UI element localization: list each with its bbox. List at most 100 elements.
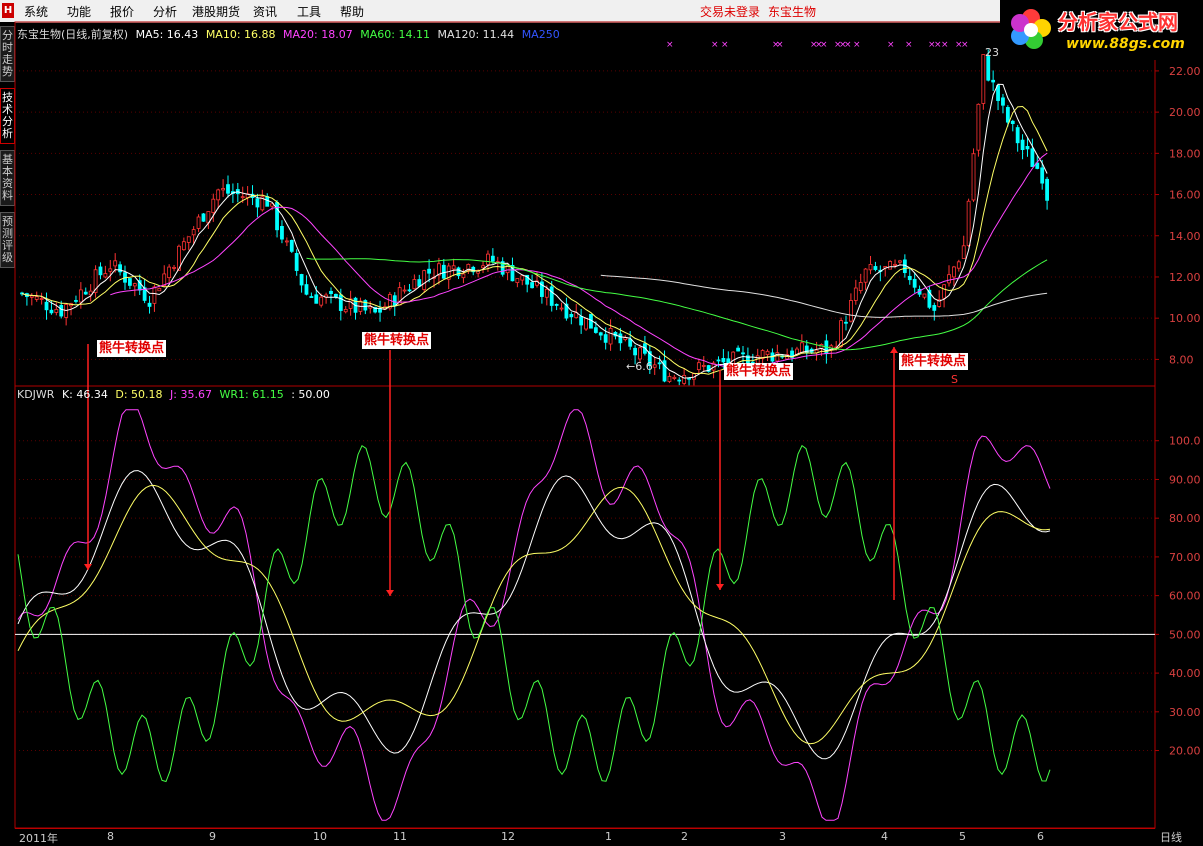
candle-body [221, 188, 225, 191]
wr-line [17, 444, 1051, 783]
kdj-panel-frame [14, 385, 1156, 829]
price-tick-label: 12.00 [1169, 271, 1201, 284]
ma250-label: MA250 [521, 28, 560, 41]
candle-body [216, 189, 221, 201]
kdj-tick-label: 100.0 [1169, 435, 1201, 448]
signal-cross: × [905, 40, 913, 50]
signal-cross: × [711, 40, 719, 50]
brand-url[interactable]: www.88gs.com [1066, 36, 1185, 52]
candle-body [799, 342, 804, 353]
chart-canvas[interactable]: 22.00 20.00 18.00 16.00 14.00 12.00 10.00 8.00 1… [0, 0, 1203, 844]
date-label: 9 [209, 830, 216, 843]
candle-body [1020, 139, 1025, 151]
kdj-lines [17, 409, 1051, 821]
axis-labels: 22.00 20.00 18.00 16.00 14.00 12.00 10.00 8.00 1… [626, 46, 1201, 758]
candle-body [343, 308, 348, 313]
candle-body [858, 282, 863, 292]
candle-body [334, 293, 338, 298]
candle-body [128, 278, 132, 286]
date-label: 3 [779, 830, 786, 843]
candle-body [157, 288, 162, 292]
kdj-tick-label: 90.00 [1169, 473, 1201, 486]
kdj-header: KDJWR K: 46.34 D: 50.18 J: 35.67 WR1: 61… [17, 388, 334, 401]
annotation-arrow-head [84, 564, 92, 570]
candle-body [265, 196, 270, 207]
candle-body [549, 286, 554, 306]
candle-body [956, 261, 961, 269]
candle-body [844, 321, 848, 324]
signal-cross: × [776, 40, 784, 50]
price-tick-label: 10.00 [1169, 312, 1201, 325]
candle-body [201, 213, 206, 222]
candle-body [1015, 127, 1020, 144]
candle-body [392, 295, 397, 307]
signal-cross: × [961, 40, 969, 50]
candle-body [608, 327, 613, 345]
date-label: 10 [313, 830, 327, 843]
price-tick-label: 16.00 [1169, 189, 1201, 202]
date-label: 1 [605, 830, 612, 843]
candle-body [44, 301, 49, 311]
candle-body [1025, 146, 1030, 150]
candle-body [1010, 120, 1015, 125]
kdj-tick-label: 50.00 [1169, 628, 1201, 641]
candle-body [211, 198, 216, 213]
candle-body [1040, 167, 1045, 184]
candle-body [29, 295, 34, 298]
candle-body [741, 352, 745, 355]
candle-body [961, 245, 966, 259]
kdj-tick-label: 80.00 [1169, 512, 1201, 525]
candle-body [329, 290, 333, 295]
candle-body [280, 226, 284, 240]
ma5-label: MA5: 16.43 [135, 28, 199, 41]
date-axis: 2011年 8 9 10 11 12 1 2 3 4 5 6 [15, 828, 1155, 845]
annotation-label: 熊牛转换点 [97, 340, 167, 357]
signal-cross: × [666, 40, 674, 50]
date-label: 2 [681, 830, 688, 843]
d-line [17, 484, 1051, 745]
candle-body [986, 56, 991, 81]
kdj-tick-label: 40.00 [1169, 667, 1201, 680]
candle-body [898, 260, 902, 263]
candle-body [490, 255, 495, 262]
candle-body [39, 298, 44, 300]
candle-body [682, 375, 687, 384]
candle-body [863, 268, 868, 283]
candle-body [520, 275, 525, 281]
candle-body [942, 284, 946, 299]
candle-body [284, 240, 289, 243]
candle-body [976, 103, 981, 151]
candle-body [677, 379, 682, 382]
candle-body [667, 376, 672, 382]
candle-body [569, 314, 574, 318]
candle-body [603, 334, 608, 343]
kdj-base-label: : 50.00 [291, 388, 330, 401]
candle-body [657, 362, 662, 365]
annotation-arrow-head [386, 590, 394, 596]
candle-body [701, 365, 706, 367]
candle-body [971, 153, 976, 201]
candle-body [633, 347, 637, 356]
candle-body [554, 303, 559, 306]
signal-cross: × [820, 40, 828, 50]
candle-body [74, 300, 78, 302]
ma120-line [600, 274, 1048, 318]
candle-body [628, 338, 633, 347]
candle-body [186, 236, 191, 243]
candle-body [530, 282, 534, 289]
candle-body [461, 273, 466, 279]
candle-body [441, 264, 446, 279]
period-label[interactable]: 日线 [1160, 829, 1182, 845]
candle-body [912, 278, 917, 288]
candle-body [736, 347, 740, 352]
candle-body [559, 307, 564, 310]
kdj-title: KDJWR [17, 388, 55, 401]
kdj-d-label: D: 50.18 [115, 388, 163, 401]
kdj-j-label: J: 35.67 [170, 388, 212, 401]
candle-body [1005, 107, 1010, 123]
candle-body [991, 79, 996, 83]
candle-body [716, 359, 721, 362]
candle-body [314, 294, 319, 304]
ma10-line [21, 105, 1048, 375]
date-label: 8 [107, 830, 114, 843]
